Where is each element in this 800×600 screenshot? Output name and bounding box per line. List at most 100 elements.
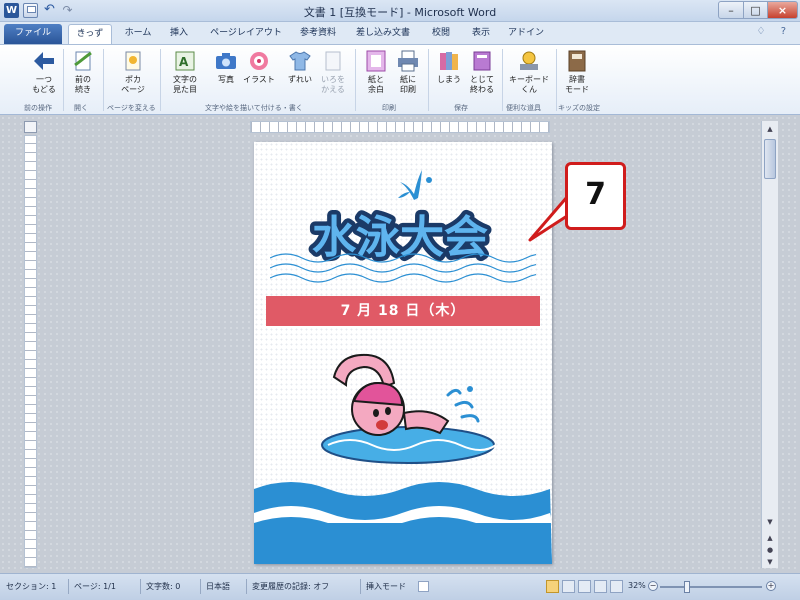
vertical-ruler[interactable] bbox=[24, 135, 37, 568]
status-separator bbox=[246, 579, 247, 594]
tab-page-layout[interactable]: ページレイアウト bbox=[206, 24, 286, 44]
tab-home[interactable]: ホーム bbox=[118, 24, 158, 44]
tab-file[interactable]: ファイル bbox=[4, 24, 62, 44]
outline-view-icon[interactable] bbox=[594, 580, 607, 593]
step-number-callout: 7 bbox=[565, 162, 626, 230]
photo-button[interactable]: 写真 bbox=[212, 49, 240, 85]
scroll-thumb[interactable] bbox=[764, 139, 776, 179]
zoom-level[interactable]: 32% bbox=[628, 581, 646, 590]
pokapage-button[interactable]: ポカ ページ bbox=[117, 49, 149, 95]
prev-page-icon[interactable]: ▲ bbox=[764, 532, 776, 544]
vertical-scrollbar[interactable]: ▲ ▼ ▲ ● ▼ bbox=[761, 121, 778, 568]
macro-record-icon[interactable] bbox=[418, 581, 429, 592]
text-look-button-label-2: 見た目 bbox=[173, 85, 197, 94]
print-layout-view-icon[interactable] bbox=[546, 580, 559, 593]
horizontal-ruler[interactable] bbox=[250, 121, 550, 133]
back-button[interactable]: 一つ もどる bbox=[28, 49, 60, 95]
zoom-slider[interactable] bbox=[660, 586, 762, 588]
resume-button[interactable]: 前の 続き bbox=[68, 49, 98, 95]
ribbon-separator bbox=[502, 49, 503, 111]
back-button-label-2: もどる bbox=[32, 85, 56, 94]
status-bar: セクション: 1 ページ: 1/1 文字数: 0 日本語 変更履歴の記録: オフ… bbox=[0, 573, 800, 600]
web-layout-view-icon[interactable] bbox=[578, 580, 591, 593]
tab-insert[interactable]: 挿入 bbox=[162, 24, 196, 44]
status-separator bbox=[140, 579, 141, 594]
ribbon-separator bbox=[428, 49, 429, 111]
shirt-button[interactable]: ずれい bbox=[286, 49, 314, 85]
keyboard-button[interactable]: キーボード くん bbox=[508, 49, 550, 95]
status-separator bbox=[68, 579, 69, 594]
resume-button-label-2: 続き bbox=[75, 85, 91, 94]
pokapage-button-label-2: ページ bbox=[121, 85, 145, 94]
pokapage-button-label-1: ポカ bbox=[125, 75, 141, 84]
status-separator bbox=[200, 579, 201, 594]
maximize-button[interactable]: □ bbox=[743, 1, 768, 19]
page-color-button[interactable]: いろを かえる bbox=[318, 49, 348, 95]
back-button-label-1: 一つ bbox=[36, 75, 52, 84]
page-color-icon bbox=[321, 49, 345, 73]
keyboard-icon bbox=[517, 49, 541, 73]
print-button[interactable]: 紙に 印刷 bbox=[394, 49, 422, 95]
paper-margin-button[interactable]: 紙と 余白 bbox=[362, 49, 390, 95]
group-label-open: 開く bbox=[74, 104, 88, 112]
ribbon-separator bbox=[160, 49, 161, 111]
close-book-button[interactable]: とじて 終わる bbox=[467, 49, 497, 95]
draft-view-icon[interactable] bbox=[610, 580, 623, 593]
keyboard-button-label-1: キーボード bbox=[509, 75, 549, 84]
status-word-count[interactable]: 文字数: 0 bbox=[146, 581, 180, 592]
zoom-slider-thumb[interactable] bbox=[684, 581, 690, 593]
tab-kids[interactable]: きっず bbox=[68, 24, 112, 44]
swimmer-illustration bbox=[321, 353, 496, 464]
back-arrow-icon bbox=[32, 49, 56, 73]
browse-object-icon[interactable]: ● bbox=[764, 544, 776, 556]
save-books-button-label: しまう bbox=[437, 75, 461, 84]
group-label-print: 印刷 bbox=[382, 104, 396, 112]
ribbon-separator bbox=[103, 49, 104, 111]
page-color-button-label-2: かえる bbox=[321, 85, 345, 94]
ribbon-separator bbox=[556, 49, 557, 111]
resume-button-label-1: 前の bbox=[75, 75, 91, 84]
tab-references[interactable]: 参考資料 bbox=[294, 24, 342, 44]
minimize-button[interactable]: – bbox=[718, 1, 744, 19]
dictionary-button-label-1: 辞書 bbox=[569, 75, 585, 84]
status-section[interactable]: セクション: 1 bbox=[6, 581, 56, 592]
tab-view[interactable]: 表示 bbox=[466, 24, 496, 44]
shirt-button-label: ずれい bbox=[288, 75, 312, 84]
next-page-icon[interactable]: ▼ bbox=[764, 556, 776, 568]
illustration-button-label: イラスト bbox=[243, 75, 275, 84]
document-page[interactable]: 水泳大会 水泳大会 7 月 18 日（木） bbox=[254, 142, 552, 564]
status-page[interactable]: ページ: 1/1 bbox=[74, 581, 116, 592]
status-separator bbox=[360, 579, 361, 594]
print-button-label-1: 紙に bbox=[400, 75, 416, 84]
waves-decoration-bottom bbox=[254, 482, 552, 564]
scroll-down-icon[interactable]: ▼ bbox=[764, 516, 776, 528]
tab-selector[interactable] bbox=[24, 121, 37, 133]
save-books-button[interactable]: しまう bbox=[436, 49, 462, 85]
title-bar: W ↶ ↷ 文書 1 [互換モード] - Microsoft Word – □ … bbox=[0, 0, 800, 22]
tab-mailings[interactable]: 差し込み文書 bbox=[350, 24, 416, 44]
help-icons[interactable]: ♢ ? bbox=[757, 26, 792, 37]
pokapage-icon bbox=[121, 49, 145, 73]
text-look-button[interactable]: A 文字の 見た目 bbox=[168, 49, 202, 95]
close-book-icon bbox=[470, 49, 494, 73]
group-label-undo: 前の操作 bbox=[24, 104, 52, 112]
close-button[interactable]: × bbox=[767, 1, 798, 19]
resume-icon bbox=[71, 49, 95, 73]
zoom-out-icon[interactable]: − bbox=[648, 581, 658, 591]
page-color-button-label-1: いろを bbox=[321, 75, 345, 84]
group-label-tools: 便利な道具 bbox=[506, 104, 541, 112]
dictionary-button-label-2: モード bbox=[565, 85, 589, 94]
print-button-label-2: 印刷 bbox=[400, 85, 416, 94]
status-track-changes[interactable]: 変更履歴の記録: オフ bbox=[252, 581, 329, 592]
zoom-in-icon[interactable]: + bbox=[766, 581, 776, 591]
status-insert-mode[interactable]: 挿入モード bbox=[366, 581, 406, 592]
dictionary-button[interactable]: 辞書 モード bbox=[562, 49, 592, 95]
tab-review[interactable]: 校閲 bbox=[426, 24, 456, 44]
ribbon-separator bbox=[63, 49, 64, 111]
dictionary-icon bbox=[565, 49, 589, 73]
full-screen-view-icon[interactable] bbox=[562, 580, 575, 593]
scroll-up-icon[interactable]: ▲ bbox=[764, 123, 776, 135]
tab-addins[interactable]: アドイン bbox=[506, 24, 546, 44]
status-language[interactable]: 日本語 bbox=[206, 581, 230, 592]
illustration-button[interactable]: イラスト bbox=[243, 49, 275, 85]
